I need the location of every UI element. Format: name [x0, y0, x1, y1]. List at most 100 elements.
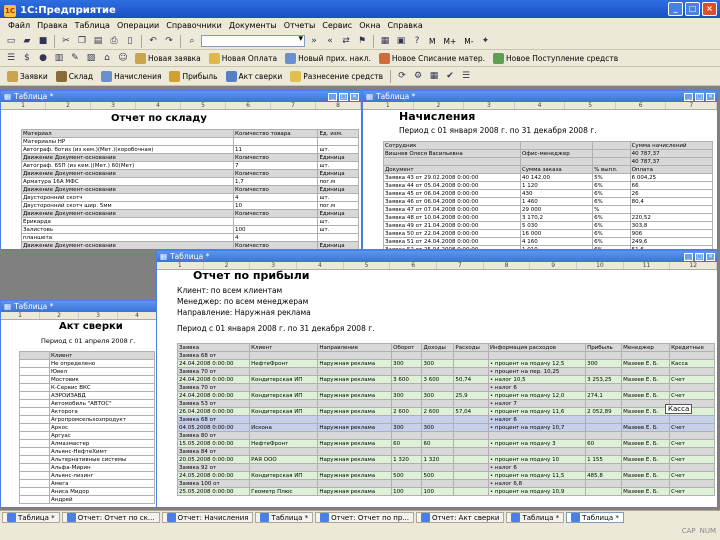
taskbar-window-button[interactable]: Таблица *: [2, 512, 60, 523]
warehouse-button[interactable]: Склад: [53, 70, 96, 82]
taskbar-window-button[interactable]: Таблица *: [255, 512, 314, 523]
funds-allocation-button[interactable]: Разнесение средств: [287, 70, 386, 82]
table-row[interactable]: Залистовь 100 шт.: [20, 225, 359, 234]
table-row[interactable]: Агропромсельхозпродукт: [19, 415, 155, 424]
table-row[interactable]: Заявка 68 от • налог 6: [176, 415, 715, 424]
table-row[interactable]: Движение Документ-основание Количество Еди…: [20, 153, 359, 162]
memory-button[interactable]: M: [426, 37, 438, 46]
table-row[interactable]: Автограф. ботиз (из кем.)(Мет.)(коробочн…: [20, 145, 359, 154]
accruals-button[interactable]: Начисления: [98, 70, 164, 82]
new-order-button[interactable]: Новая заявка: [132, 52, 204, 64]
table-row[interactable]: Двусторонний скотч шир. 5мм 10 пог.м: [20, 201, 359, 210]
window-maximize-button[interactable]: □: [695, 92, 704, 101]
table-row[interactable]: Ерикарда шт.: [20, 217, 359, 226]
person-icon[interactable]: ☺: [116, 51, 130, 65]
table-row[interactable]: Движение Документ-основание Количество Еди…: [20, 241, 359, 249]
table-row[interactable]: Заявка 48 от 10.04.2008 0:00:00 3 170,2 6%…: [383, 213, 714, 222]
taskbar-window-button[interactable]: Отчет: Акт сверки: [415, 512, 505, 523]
calculator-icon[interactable]: ▦: [378, 34, 392, 48]
menu-help[interactable]: Справка: [387, 21, 422, 30]
replace-icon[interactable]: ⇄: [339, 34, 353, 48]
tools-icon[interactable]: ✦: [478, 34, 492, 48]
table-row[interactable]: 24.04.2008 0:00:00 НефтеФронт Наружная рек…: [176, 359, 715, 368]
memory-sub-button[interactable]: M-: [461, 37, 476, 46]
help-icon[interactable]: ?: [410, 34, 424, 48]
table-row[interactable]: К-Сервис ВКС: [19, 383, 155, 392]
taskbar-window-button[interactable]: Таблица *: [506, 512, 565, 523]
profit-button[interactable]: Прибыль: [166, 70, 220, 82]
table-row[interactable]: Заявка 49 от 21.04.2008 0:00:00 5 030 6% 30…: [383, 221, 714, 230]
table-row[interactable]: Заявка 84 от: [176, 447, 715, 456]
bookmark-icon[interactable]: ⚑: [355, 34, 369, 48]
table-row[interactable]: Заявка 47 от 07.04.2008 0:00:00 29 000%: [383, 205, 714, 214]
table-row[interactable]: 25.05.2008 0:00:00 Геометр Плюс Наружная р…: [176, 487, 715, 496]
table-row[interactable]: 20.05.2008 0:00:00 РАЯ ООО Наружная реклам…: [176, 455, 715, 464]
minimize-button[interactable]: _: [668, 2, 683, 16]
bank-icon[interactable]: ⌂: [100, 51, 114, 65]
table-row[interactable]: Заявка 70 от • процент на пер. 10,25: [176, 367, 715, 376]
find-icon[interactable]: ⌕: [185, 34, 199, 48]
edit-icon[interactable]: ✎: [68, 51, 82, 65]
check-icon[interactable]: ✔: [443, 69, 457, 83]
table-row[interactable]: Аргуас: [19, 431, 155, 440]
print-icon[interactable]: ⎙: [107, 34, 121, 48]
table-icon[interactable]: ▦: [427, 69, 441, 83]
refresh-icon[interactable]: ⟳: [395, 69, 409, 83]
table-row[interactable]: 24.04.2008 0:00:00 Кондитерская ИП Наружна…: [176, 391, 715, 400]
window-minimize-button[interactable]: _: [684, 252, 693, 261]
table-row[interactable]: 15.05.2008 0:00:00 НефтеФронт Наружная рек…: [176, 439, 715, 448]
table-row[interactable]: Заявка 46 от 06.04.2008 0:00:00 1 460 6% 80…: [383, 197, 714, 206]
table-row[interactable]: АЭРОИЗАВД: [19, 391, 155, 400]
window-maximize-button[interactable]: □: [695, 252, 704, 261]
table-row[interactable]: Альянс-НефтеХимт: [19, 447, 155, 456]
journal-icon[interactable]: ☰: [4, 51, 18, 65]
undo-icon[interactable]: ↶: [146, 34, 160, 48]
search-combo[interactable]: [201, 34, 305, 47]
table-row[interactable]: Заявка 44 от 05.04.2008 0:00:00 1 120 6% 66: [383, 181, 714, 190]
table-row[interactable]: Заявка 68 от: [176, 351, 715, 360]
menu-windows[interactable]: Окна: [359, 21, 380, 30]
taskbar-window-button[interactable]: Таблица *: [566, 512, 624, 523]
table-row[interactable]: Заявка 92 от • налог 6: [176, 463, 715, 472]
table-row[interactable]: Заявка 100 от • налог 6,8: [176, 479, 715, 488]
money-icon[interactable]: $: [20, 51, 34, 65]
table-row[interactable]: Двусторонний скотч 4 шт.: [20, 193, 359, 202]
calendar-icon[interactable]: ▣: [394, 34, 408, 48]
table-row[interactable]: Заявка 50 от 22.04.2008 0:00:00 16 000 6% 9…: [383, 229, 714, 238]
table-row[interactable]: Андрей: [19, 495, 155, 504]
find-next-icon[interactable]: »: [307, 34, 321, 48]
table-row[interactable]: Арматура 16А МФС 1,7 пог.м: [20, 177, 359, 186]
new-writeoff-button[interactable]: Новое Списание матер.: [376, 52, 488, 64]
table-row[interactable]: Заявка 43 от 29.02.2008 0:00:00 40 142,00…: [383, 173, 714, 182]
menu-service[interactable]: Сервис: [322, 21, 352, 30]
redo-icon[interactable]: ↷: [162, 34, 176, 48]
window-close-button[interactable]: ×: [706, 252, 715, 261]
open-folder-icon[interactable]: ▰: [20, 34, 34, 48]
table-row[interactable]: Альфа-Мирин: [19, 463, 155, 472]
table-row[interactable]: Автомобиль "АВТОС": [19, 399, 155, 408]
table-row[interactable]: Аркос: [19, 423, 155, 432]
menu-table[interactable]: Таблица: [75, 21, 110, 30]
table-row[interactable]: Материалы НР: [20, 137, 359, 146]
menu-documents[interactable]: Документы: [229, 21, 277, 30]
menu-reports[interactable]: Отчеты: [284, 21, 316, 30]
table-row[interactable]: Заявка 80 от: [176, 431, 715, 440]
table-row[interactable]: Аниса Мидор: [19, 487, 155, 496]
table-row[interactable]: Движение Документ-основание Количество Еди…: [20, 209, 359, 218]
taskbar-window-button[interactable]: Отчет: Отчет по пр...: [315, 512, 414, 523]
table-row[interactable]: Заявка 53 от • налог 7: [176, 399, 715, 408]
window-close-button[interactable]: ×: [350, 92, 359, 101]
new-document-icon[interactable]: ▭: [4, 34, 18, 48]
new-funds-receipt-button[interactable]: Новое Поступление средств: [490, 52, 621, 64]
table-row[interactable]: Альянс-лизинг: [19, 471, 155, 480]
window-titlebar[interactable]: ▦ Таблица * _ □ ×: [1, 91, 361, 102]
taskbar-window-button[interactable]: Отчет: Отчет по ск...: [61, 512, 160, 523]
table-row[interactable]: Альтернативные системы: [19, 455, 155, 464]
table-row[interactable]: Мостовик: [19, 375, 155, 384]
new-payment-button[interactable]: Новая Оплата: [206, 52, 280, 64]
table-row[interactable]: Амега: [19, 479, 155, 488]
copy-icon[interactable]: ❐: [75, 34, 89, 48]
find-prev-icon[interactable]: «: [323, 34, 337, 48]
menu-file[interactable]: Файл: [8, 21, 30, 30]
table-row[interactable]: Движение Документ-основание Количество Еди…: [20, 185, 359, 194]
